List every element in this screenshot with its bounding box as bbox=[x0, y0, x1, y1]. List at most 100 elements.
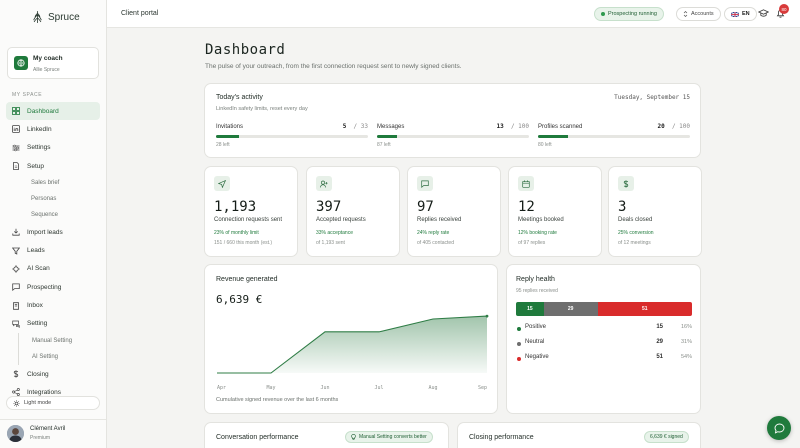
meter-bar-fill bbox=[377, 135, 397, 138]
sidebar-item-linkedin[interactable]: LinkedIn bbox=[6, 120, 100, 138]
kpi-card-meetings-booked[interactable]: 12 Meetings booked 12% booking rate of 9… bbox=[508, 166, 602, 257]
legend-row-positive: Positive 15 16% bbox=[516, 324, 692, 334]
accounts-button[interactable]: Accounts bbox=[676, 7, 721, 21]
invitations-meter: Invitations 5 / 33 28 left bbox=[216, 123, 368, 148]
kpi-rate: 24% reply rate bbox=[417, 230, 450, 236]
legend-count: 29 bbox=[656, 339, 663, 345]
signed-badge: 6,639 € signed bbox=[644, 431, 689, 443]
sidebar-item-leads[interactable]: Leads bbox=[6, 241, 100, 259]
meter-max: / 100 bbox=[671, 123, 690, 130]
scan-icon bbox=[12, 265, 20, 273]
status-label: Prospecting running bbox=[608, 11, 657, 17]
sidebar-subitem-ai-setting[interactable]: AI Setting bbox=[18, 348, 100, 365]
sidebar-item-label: Sequence bbox=[31, 212, 59, 219]
sidebar-item-label: AI Setting bbox=[32, 353, 59, 360]
status-dot-icon bbox=[601, 12, 605, 16]
sidebar-item-setting[interactable]: Setting bbox=[6, 315, 100, 333]
meter-count: 13 bbox=[496, 123, 504, 130]
sidebar-item-label: Sales brief bbox=[31, 180, 60, 187]
sidebar: Spruce My coach Allie Spruce MY SPACE Da… bbox=[0, 0, 107, 448]
card-title: Reply health bbox=[516, 276, 555, 283]
notification-badge: 80 bbox=[779, 4, 789, 14]
meter-label: Messages bbox=[377, 124, 405, 130]
sidebar-item-label: Manual Setting bbox=[32, 337, 73, 344]
dollar-icon bbox=[13, 370, 19, 378]
comparison-label: Manual Setting converts better bbox=[359, 434, 427, 440]
sidebar-item-prospecting[interactable]: Prospecting bbox=[6, 278, 100, 296]
setting-icon bbox=[12, 320, 20, 328]
meter-label: Invitations bbox=[216, 124, 244, 130]
x-tick-label: May bbox=[266, 385, 275, 391]
legend-count: 15 bbox=[656, 324, 663, 330]
reply-segment-positive: 15 bbox=[516, 302, 544, 316]
graduation-cap-icon[interactable] bbox=[758, 8, 769, 19]
lightbulb-icon bbox=[351, 434, 356, 440]
meter-value: 5 / 33 bbox=[343, 123, 368, 130]
x-tick-label: Apr bbox=[217, 385, 226, 391]
sidebar-item-inbox[interactable]: Inbox bbox=[6, 296, 100, 314]
revenue-chart: Apr May Jun Jul Aug Sep bbox=[217, 314, 489, 391]
kpi-value: 397 bbox=[316, 199, 342, 215]
legend-count: 51 bbox=[656, 354, 663, 360]
meter-remaining: 28 left bbox=[216, 142, 230, 148]
prospecting-status-badge[interactable]: Prospecting running bbox=[594, 7, 664, 21]
sidebar-item-ai-scan[interactable]: AI Scan bbox=[6, 260, 100, 278]
card-title: Today's activity bbox=[216, 94, 263, 101]
kpi-rate: 25% conversion bbox=[618, 230, 654, 236]
activity-date: Tuesday, September 15 bbox=[614, 94, 690, 101]
kpi-label: Accepted requests bbox=[316, 217, 366, 223]
page-title: Dashboard bbox=[205, 42, 286, 58]
kpi-rate: 33% acceptance bbox=[316, 230, 353, 236]
sidebar-subitem-personas[interactable]: Personas bbox=[6, 191, 100, 207]
legend-dot bbox=[517, 357, 521, 361]
sidebar-subitem-manual-setting[interactable]: Manual Setting bbox=[18, 332, 100, 349]
kpi-label: Replies received bbox=[417, 217, 462, 223]
sidebar-subitem-sequence[interactable]: Sequence bbox=[6, 207, 100, 223]
kpi-value: 12 bbox=[518, 199, 535, 215]
sort-icon bbox=[683, 11, 688, 17]
brand-name: Spruce bbox=[48, 11, 80, 23]
sidebar-item-dashboard[interactable]: Dashboard bbox=[6, 102, 100, 121]
kpi-card-replies-received[interactable]: 97 Replies received 24% reply rate of 40… bbox=[407, 166, 501, 257]
kpi-card-deals-closed[interactable]: 3 Deals closed 25% conversion of 12 meet… bbox=[608, 166, 702, 257]
user-profile[interactable]: Clément Avril Premium bbox=[0, 419, 106, 448]
messages-meter: Messages 13 / 100 87 left bbox=[377, 123, 529, 148]
card-title: Closing performance bbox=[469, 434, 534, 441]
sidebar-item-label: Setup bbox=[27, 162, 44, 170]
sidebar-item-label: Dashboard bbox=[27, 107, 59, 115]
revenue-card: Revenue generated 6,639 € Apr May Jun Jul Au… bbox=[204, 264, 498, 414]
page-subtitle: The pulse of your outreach, from the fir… bbox=[205, 63, 462, 70]
meter-bar bbox=[538, 135, 690, 138]
sidebar-item-settings[interactable]: Settings bbox=[6, 139, 100, 157]
kpi-value: 1,193 bbox=[214, 199, 257, 215]
meter-max: / 100 bbox=[510, 123, 529, 130]
sidebar-item-label: LinkedIn bbox=[27, 125, 52, 133]
legend-dot bbox=[517, 342, 521, 346]
chart-caption: Cumulative signed revenue over the last … bbox=[216, 397, 339, 403]
document-icon bbox=[13, 162, 19, 170]
profiles-scanned-meter: Profiles scanned 20 / 100 80 left bbox=[538, 123, 690, 148]
light-mode-label: Light mode bbox=[24, 400, 52, 406]
chat-button[interactable] bbox=[767, 416, 791, 440]
accounts-label: Accounts bbox=[691, 11, 714, 17]
meter-value: 13 / 100 bbox=[496, 123, 529, 130]
kpi-card-connection-requests[interactable]: 1,193 Connection requests sent 23% of mo… bbox=[204, 166, 298, 257]
revenue-area bbox=[217, 316, 487, 373]
kpi-value: 3 bbox=[618, 199, 627, 215]
kpi-footnote: of 97 replies bbox=[518, 240, 546, 246]
sidebar-item-label: Settings bbox=[27, 144, 51, 152]
brand[interactable]: Spruce bbox=[31, 10, 80, 24]
kpi-card-accepted-requests[interactable]: 397 Accepted requests 33% acceptance of … bbox=[306, 166, 400, 257]
x-tick-label: Aug bbox=[428, 385, 437, 391]
coach-card[interactable]: My coach Allie Spruce bbox=[7, 47, 99, 79]
light-mode-toggle[interactable]: Light mode bbox=[6, 396, 100, 410]
language-selector[interactable]: EN bbox=[724, 7, 757, 21]
meter-count: 20 bbox=[657, 123, 665, 130]
sidebar-item-import-leads[interactable]: Import leads bbox=[6, 223, 100, 241]
closing-performance-card: Closing performance 6,639 € signed bbox=[457, 422, 701, 448]
sidebar-subitem-sales-brief[interactable]: Sales brief bbox=[6, 175, 100, 191]
sidebar-item-setup[interactable]: Setup bbox=[6, 157, 100, 175]
card-subtitle: LinkedIn safety limits, reset every day bbox=[216, 106, 308, 112]
meter-value: 20 / 100 bbox=[657, 123, 690, 130]
sidebar-item-closing[interactable]: Closing bbox=[6, 365, 100, 383]
